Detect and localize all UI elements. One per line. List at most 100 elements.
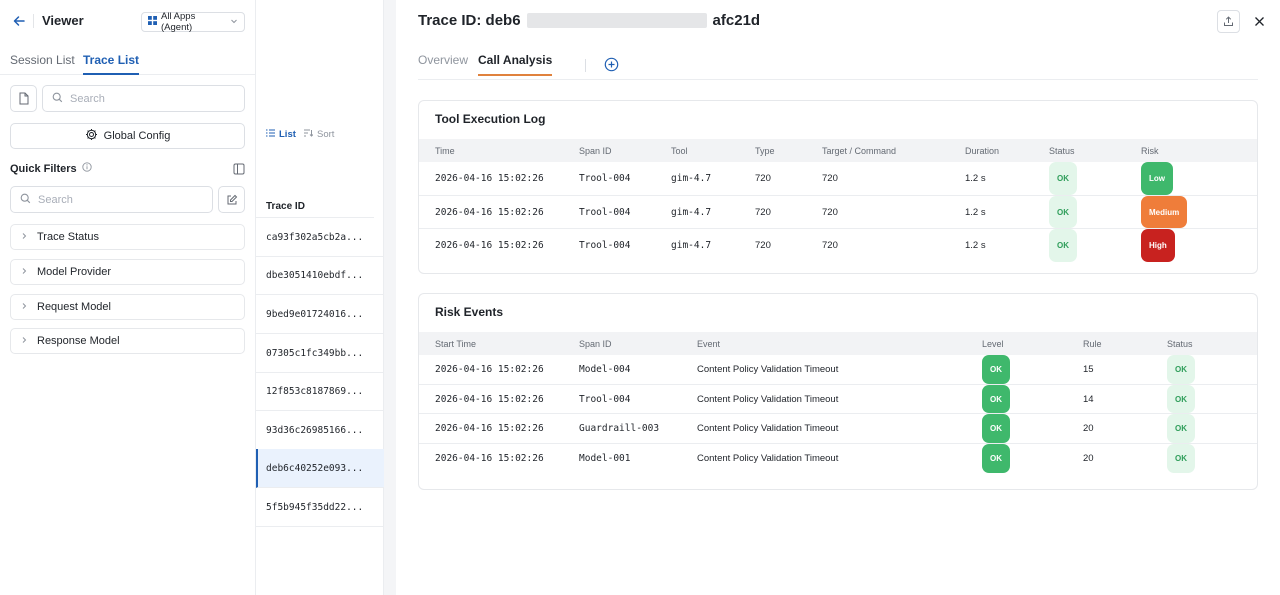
status-badge: OK <box>1167 414 1195 443</box>
column-header: Risk <box>1141 145 1159 156</box>
tab-overview[interactable]: Overview <box>418 53 468 74</box>
cell-time: 2026-04-16 15:02:26 <box>435 173 544 184</box>
panel-divider <box>384 0 396 595</box>
cell-target: 720 <box>822 173 838 184</box>
column-header: Span ID <box>579 145 612 156</box>
table-row[interactable]: 2026-04-16 15:02:26 Trool-004 gim-4.7 72… <box>419 196 1257 229</box>
table-row[interactable]: 2026-04-16 15:02:26 Model-004 Content Po… <box>419 355 1257 385</box>
risk-badge-medium: Medium <box>1141 196 1188 228</box>
search-icon <box>20 193 31 207</box>
column-header: Span ID <box>579 338 612 349</box>
table-row[interactable]: 2026-04-16 15:02:26 Trool-004 Content Po… <box>419 385 1257 414</box>
cell-rule: 15 <box>1083 364 1094 375</box>
trace-detail-panel: Trace ID: deb6 afc21d Overview Call Anal… <box>396 0 1280 595</box>
filter-response-model[interactable]: Response Model <box>10 328 245 354</box>
card-title: Risk Events <box>435 305 504 319</box>
cell-span-id: Trool-004 <box>579 206 631 218</box>
cell-tool: gim-4.7 <box>671 240 712 251</box>
list-icon <box>266 129 275 140</box>
export-button[interactable] <box>1217 10 1240 33</box>
document-button[interactable] <box>10 85 37 112</box>
cell-span-id: Guardraill-003 <box>579 423 660 434</box>
quick-filters-label: Quick Filters <box>10 162 77 175</box>
cell-rule: 20 <box>1083 423 1094 434</box>
redacted-block <box>526 13 707 28</box>
trace-id-header: Trace ID <box>256 198 374 218</box>
trace-row-selected[interactable]: deb6c40252e093... <box>256 449 384 488</box>
cell-duration: 1.2 s <box>965 173 986 184</box>
cell-event: Content Policy Validation Timeout <box>697 453 839 464</box>
page-title: Viewer <box>42 13 84 28</box>
cell-start-time: 2026-04-16 15:02:26 <box>435 393 544 405</box>
cell-rule: 14 <box>1083 393 1094 405</box>
column-header: Event <box>697 338 721 349</box>
trace-row[interactable]: 12f853c8187869... <box>256 372 384 411</box>
status-badge: OK <box>1167 444 1195 473</box>
tab-session-list[interactable]: Session List <box>10 53 75 73</box>
level-badge: OK <box>982 444 1010 473</box>
cell-span-id: Trool-004 <box>579 240 631 251</box>
cell-event: Content Policy Validation Timeout <box>697 364 839 375</box>
add-tab-icon[interactable] <box>604 57 619 72</box>
chevron-down-icon <box>230 17 238 28</box>
cell-time: 2026-04-16 15:02:26 <box>435 206 544 218</box>
tab-divider <box>585 59 586 72</box>
status-badge: OK <box>1167 385 1195 413</box>
global-config-button[interactable]: Global Config <box>10 123 245 149</box>
edit-filters-button[interactable] <box>218 186 245 213</box>
column-header: Target / Command <box>822 145 897 156</box>
panel-toggle-icon[interactable] <box>232 162 246 176</box>
trace-row[interactable]: dbe3051410ebdf... <box>256 256 384 295</box>
list-view-label: List <box>279 129 296 140</box>
filter-trace-status[interactable]: Trace Status <box>10 224 245 250</box>
document-icon <box>19 92 28 105</box>
search-icon <box>52 92 63 106</box>
filter-model-provider[interactable]: Model Provider <box>10 259 245 285</box>
sort-label: Sort <box>317 129 335 140</box>
filter-search-placeholder: Search <box>38 193 73 206</box>
back-arrow-icon[interactable] <box>10 12 28 30</box>
info-icon[interactable] <box>81 162 92 175</box>
column-header: Time <box>435 145 455 156</box>
chevron-right-icon <box>21 266 28 278</box>
cell-tool: gim-4.7 <box>671 173 712 184</box>
filter-search-input[interactable]: Search <box>10 186 213 213</box>
close-icon[interactable] <box>1250 12 1268 30</box>
table-row[interactable]: 2026-04-16 15:02:26 Trool-004 gim-4.7 72… <box>419 162 1257 196</box>
trace-row[interactable]: 5f5b945f35dd22... <box>256 488 384 527</box>
sidebar: Viewer All Apps (Agent) Session List Tra… <box>0 0 256 595</box>
tool-execution-log-card: Tool Execution Log Time Span ID Tool Typ… <box>418 100 1258 274</box>
sidebar-header: Viewer All Apps (Agent) <box>0 0 256 42</box>
chevron-right-icon <box>21 231 28 243</box>
filter-request-model[interactable]: Request Model <box>10 294 245 320</box>
chevron-right-icon <box>21 335 28 347</box>
trace-row[interactable]: 07305c1fc349bb... <box>256 334 384 373</box>
column-header: Rule <box>1083 338 1102 349</box>
tab-trace-list[interactable]: Trace List <box>83 53 140 75</box>
column-header: Status <box>1167 338 1193 349</box>
edit-icon <box>227 194 237 204</box>
table-row[interactable]: 2026-04-16 15:02:26 Guardraill-003 Conte… <box>419 414 1257 444</box>
app-selector[interactable]: All Apps (Agent) <box>141 11 245 33</box>
cell-time: 2026-04-16 15:02:26 <box>435 240 544 251</box>
status-badge: OK <box>1049 162 1077 195</box>
trace-row[interactable]: ca93f302a5cb2a... <box>256 218 384 257</box>
risk-events-card: Risk Events Start Time Span ID Event Lev… <box>418 293 1258 490</box>
column-header: Duration <box>965 145 1000 156</box>
trace-title-suffix: afc21d <box>712 12 761 29</box>
cell-target: 720 <box>822 206 838 218</box>
trace-row[interactable]: 93d36c26985166... <box>256 411 384 450</box>
cell-type: 720 <box>755 206 771 218</box>
sort-toggle[interactable]: Sort <box>304 129 334 140</box>
cell-start-time: 2026-04-16 15:02:26 <box>435 453 544 464</box>
upload-icon <box>1224 16 1233 26</box>
table-row[interactable]: 2026-04-16 15:02:26 Model-001 Content Po… <box>419 444 1257 473</box>
search-input[interactable]: Search <box>42 85 245 112</box>
gear-icon <box>85 128 98 144</box>
trace-row[interactable]: 9bed9e01724016... <box>256 295 384 334</box>
cell-span-id: Trool-004 <box>579 173 631 184</box>
tab-call-analysis[interactable]: Call Analysis <box>478 53 553 76</box>
list-view-toggle[interactable]: List <box>266 129 296 140</box>
table-row[interactable]: 2026-04-16 15:02:26 Trool-004 gim-4.7 72… <box>419 229 1257 262</box>
column-header: Start Time <box>435 338 477 349</box>
